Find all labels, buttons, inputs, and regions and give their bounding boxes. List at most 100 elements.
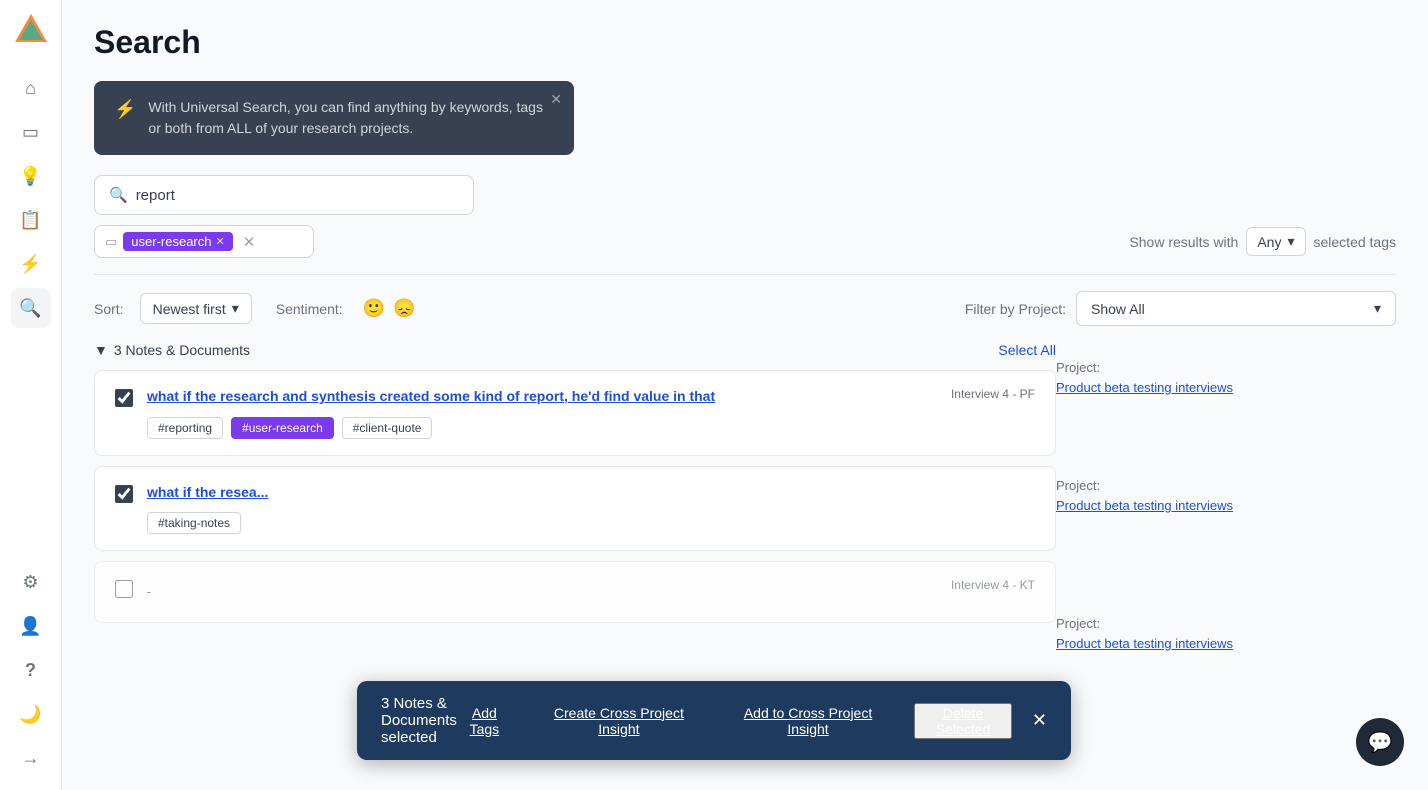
page-title: Search xyxy=(94,24,1396,61)
sort-dropdown[interactable]: Newest first ▾ xyxy=(140,293,252,324)
any-dropdown[interactable]: Any ▾ xyxy=(1246,227,1305,256)
result-title-3[interactable] xyxy=(147,578,1035,596)
any-option-label: Any xyxy=(1257,234,1281,250)
select-all-button[interactable]: Select All xyxy=(998,342,1056,358)
board-icon: ▭ xyxy=(22,122,39,143)
side-info-panel: Project: Product beta testing interviews… xyxy=(1056,342,1396,716)
project-label-3: Project: xyxy=(1056,616,1396,631)
sidebar-item-insights[interactable]: 💡 xyxy=(11,156,51,196)
project-link-1[interactable]: Product beta testing interviews xyxy=(1056,380,1233,395)
sort-label: Sort: xyxy=(94,301,124,317)
project-dropdown-chevron: ▾ xyxy=(1374,300,1381,317)
sort-chevron-icon: ▾ xyxy=(232,300,239,317)
toolbar-count-label: 3 Notes & Documents selected xyxy=(381,695,457,746)
filter-project-label: Filter by Project: xyxy=(965,301,1066,317)
sidebar-item-activity[interactable]: ⚡ xyxy=(11,244,51,284)
project-dropdown-value: Show All xyxy=(1091,301,1145,317)
sidebar-item-settings[interactable]: ⚙ xyxy=(11,562,51,602)
any-dropdown-chevron: ▾ xyxy=(1287,233,1294,250)
flash-icon: ⚡ xyxy=(19,254,41,275)
result-checkbox-2[interactable] xyxy=(115,485,133,503)
tag-reporting[interactable]: #reporting xyxy=(147,417,223,439)
side-info-item-2: Project: Product beta testing interviews xyxy=(1056,478,1396,568)
moon-icon: 🌙 xyxy=(19,704,41,725)
divider xyxy=(94,274,1396,275)
user-research-tag-chip: user-research ✕ xyxy=(123,232,232,251)
project-label-2: Project: xyxy=(1056,478,1396,493)
signout-icon: → xyxy=(22,748,40,769)
project-label-1: Project: xyxy=(1056,360,1396,375)
app-logo[interactable] xyxy=(13,12,49,48)
person-icon: 👤 xyxy=(19,616,41,637)
sidebar-item-board[interactable]: ▭ xyxy=(11,112,51,152)
show-results-section: Show results with Any ▾ selected tags xyxy=(1129,227,1396,256)
banner-flash-icon: ⚡ xyxy=(114,99,136,120)
result-content-1: what if the research and synthesis creat… xyxy=(147,387,1035,439)
sidebar-item-search[interactable]: 🔍 xyxy=(11,288,51,328)
help-icon: ? xyxy=(25,660,36,681)
result-source-3: Interview 4 - KT xyxy=(951,578,1035,592)
sidebar-item-darkmode[interactable]: 🌙 xyxy=(11,694,51,734)
result-content-2: what if the resea... #taking-notes xyxy=(147,483,1035,535)
selection-toolbar: 3 Notes & Documents selected Add Tags Cr… xyxy=(357,681,1071,760)
banner-text: With Universal Search, you can find anyt… xyxy=(148,97,554,139)
table-row: what if the resea... #taking-notes xyxy=(94,466,1056,552)
project-link-3[interactable]: Product beta testing interviews xyxy=(1056,636,1233,651)
lightbulb-icon: 💡 xyxy=(19,166,41,187)
search-icon: 🔍 xyxy=(19,298,41,319)
universal-search-banner: ⚡ With Universal Search, you can find an… xyxy=(94,81,574,155)
create-insight-button[interactable]: Create Cross Project Insight xyxy=(536,705,702,737)
toolbar-close-button[interactable]: ✕ xyxy=(1032,710,1047,731)
results-header: ▼ 3 Notes & Documents Select All xyxy=(94,342,1056,358)
tag-filter-box[interactable]: ▭ user-research ✕ ✕ xyxy=(94,225,314,258)
side-info-item-1: Project: Product beta testing interviews xyxy=(1056,342,1396,432)
tags-row-1: #reporting #user-research #client-quote xyxy=(147,417,1035,439)
tag-client-quote[interactable]: #client-quote xyxy=(342,417,433,439)
sidebar-item-profile[interactable]: 👤 xyxy=(11,606,51,646)
result-source-1: Interview 4 - PF xyxy=(951,387,1035,401)
sidebar-item-notes[interactable]: 📋 xyxy=(11,200,51,240)
sidebar-item-help[interactable]: ? xyxy=(11,650,51,690)
search-input[interactable] xyxy=(136,187,459,204)
add-to-insight-button[interactable]: Add to Cross Project Insight xyxy=(726,705,890,737)
search-magnifier-icon: 🔍 xyxy=(109,186,128,204)
result-checkbox-3[interactable] xyxy=(115,580,133,598)
main-content: Search ⚡ With Universal Search, you can … xyxy=(62,0,1428,790)
sentiment-label: Sentiment: xyxy=(276,301,343,317)
sort-value-label: Newest first xyxy=(153,301,226,317)
show-results-label: Show results with xyxy=(1129,234,1238,250)
results-count-chevron: ▼ xyxy=(94,342,108,358)
banner-close-button[interactable]: ✕ xyxy=(550,91,562,108)
positive-sentiment-icon[interactable]: 🙂 xyxy=(363,298,385,319)
side-info-item-3: Project: Product beta testing interviews xyxy=(1056,616,1396,706)
table-row: what if the research and synthesis creat… xyxy=(94,370,1056,456)
notes-icon: 📋 xyxy=(19,210,41,231)
tag-filter-icon: ▭ xyxy=(105,234,117,250)
tag-chip-remove-button[interactable]: ✕ xyxy=(216,235,225,248)
project-link-2[interactable]: Product beta testing interviews xyxy=(1056,498,1233,513)
result-title-2[interactable]: what if the resea... xyxy=(147,483,1035,503)
tag-taking-notes[interactable]: #taking-notes xyxy=(147,512,241,534)
tag-filter-clear-button[interactable]: ✕ xyxy=(243,233,256,251)
result-title-1[interactable]: what if the research and synthesis creat… xyxy=(147,387,1035,407)
sidebar-item-signout[interactable]: → xyxy=(11,738,51,778)
project-dropdown[interactable]: Show All ▾ xyxy=(1076,291,1396,326)
gear-icon: ⚙ xyxy=(22,572,38,593)
chat-icon: 💬 xyxy=(1368,730,1393,755)
negative-sentiment-icon[interactable]: 😞 xyxy=(393,298,415,319)
controls-row: Sort: Newest first ▾ Sentiment: 🙂 😞 Filt… xyxy=(94,291,1396,326)
table-row: Interview 4 - KT xyxy=(94,561,1056,623)
result-checkbox-1[interactable] xyxy=(115,389,133,407)
results-count-label: 3 Notes & Documents xyxy=(114,342,250,358)
add-tags-button[interactable]: Add Tags xyxy=(457,705,512,737)
delete-selected-button[interactable]: Delete Selected xyxy=(914,703,1012,739)
sentiment-icons: 🙂 😞 xyxy=(363,298,416,319)
search-box: 🔍 xyxy=(94,175,474,215)
tags-row-2: #taking-notes xyxy=(147,512,1035,534)
sidebar-item-home[interactable]: ⌂ xyxy=(11,68,51,108)
tag-user-research[interactable]: #user-research xyxy=(231,417,334,439)
filter-project-section: Filter by Project: Show All ▾ xyxy=(965,291,1396,326)
chat-button[interactable]: 💬 xyxy=(1356,718,1404,766)
result-content-3 xyxy=(147,578,1035,606)
results-area: ▼ 3 Notes & Documents Select All what if… xyxy=(94,342,1056,716)
